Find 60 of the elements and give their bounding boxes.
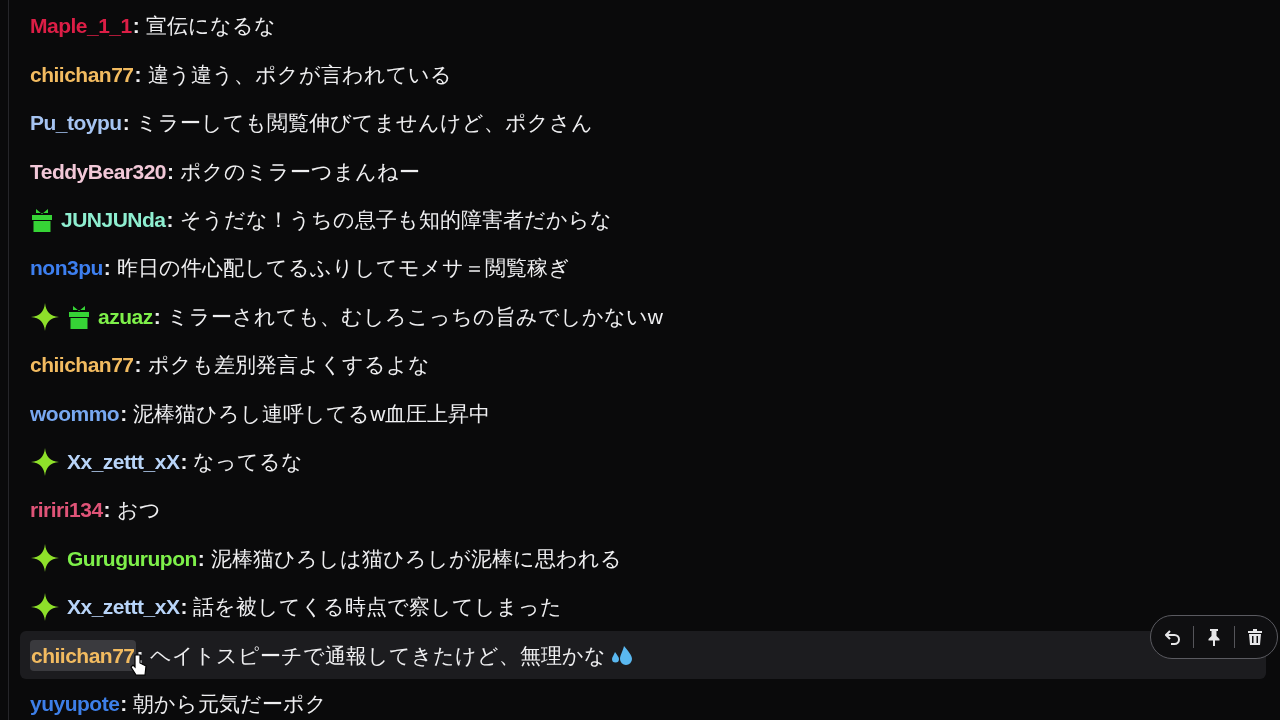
colon: : [153,303,161,330]
username[interactable]: azuaz [98,300,153,333]
message-text: おつ [116,497,161,524]
username[interactable]: TeddyBear320 [30,155,167,188]
chat-message-row[interactable]: Maple_1_1: 宣伝になるな [20,2,1266,51]
username[interactable]: Pu_toypu [30,107,122,139]
message-text: 宣伝になるな [145,13,276,40]
colon: : [167,158,175,185]
chat-message-row[interactable]: chiichan77: 違う違う、ポクが言われている [20,50,1266,99]
colon: : [180,448,188,475]
chat-message-row[interactable]: woommo: 泥棒猫ひろし連呼してるw血圧上昇中 [20,389,1266,438]
chat-message-row[interactable]: Xx_zettt_xX: なってるな [20,437,1266,486]
username[interactable]: yuyupote [30,687,120,720]
username[interactable]: Maple_1_1 [30,10,132,42]
chat-message-row[interactable]: Xx_zettt_xX: 話を被してくる時点で察してしまった [20,582,1266,632]
message-text: 話を被してくる時点で察してしまった [193,594,563,621]
chat-message-row[interactable]: non3pu: 昨日の件心配してるふりしてモメサ＝閲覧稼ぎ [20,243,1266,293]
colon: : [180,594,188,621]
message-text: 朝から元気だーポク [133,690,328,717]
colon: : [197,545,205,572]
colon: : [120,400,128,427]
message-text: ポクも差別発言よくするよな [147,352,430,379]
colon: : [134,61,142,88]
username[interactable]: woommo [30,397,120,430]
chat-message-row[interactable]: ririri134: おつ [20,485,1266,535]
message-text: 違う違う、ポクが言われている [147,61,452,88]
username[interactable]: JUNJUNda [61,204,166,236]
username[interactable]: ririri134 [30,494,103,526]
username[interactable]: Xx_zettt_xX [67,445,180,478]
username[interactable]: chiichan77 [30,349,134,381]
pin-icon [1207,628,1221,647]
message-text: 泥棒猫ひろしは猫ひろしが泥棒に思われる [210,545,622,572]
message-text: なってるな [193,448,304,475]
trash-icon [1248,629,1262,646]
chat-message-row[interactable]: Gurugurupon: 泥棒猫ひろしは猫ひろしが泥棒に思われる [20,534,1266,583]
chat-message-row[interactable]: chiichan77: ポクも差別発言よくするよな [20,340,1266,390]
chat-message-row[interactable]: TeddyBear320: ポクのミラーつまんねー [20,147,1266,196]
username[interactable]: non3pu [30,252,103,284]
reply-icon [1165,629,1181,646]
chat-message-row[interactable]: JUNJUNda: そうだな！うちの息子も知的障害者だからな [20,195,1266,244]
username[interactable]: Gurugurupon [67,542,197,575]
username[interactable]: chiichan77 [30,58,134,91]
chat-message-row[interactable]: Pu_toypu: ミラーしても閲覧伸びてませんけど、ポクさん [20,98,1266,148]
colon: : [132,13,140,40]
message-text: 昨日の件心配してるふりしてモメサ＝閲覧稼ぎ [116,255,570,282]
message-text: ヘイトスピーチで通報してきたけど、無理かな [149,642,606,669]
chat-message-row[interactable]: azuaz: ミラーされても、むしろこっちの旨みでしかないw [20,292,1266,341]
colon: : [134,352,142,379]
colon: : [103,497,111,524]
chat-message-row[interactable]: yuyupote: 朝から元気だーポク [20,679,1266,720]
message-text: ミラーされても、むしろこっちの旨みでしかないw [166,303,663,330]
message-text: ポクのミラーつまんねー [180,158,421,185]
colon: : [166,207,174,233]
message-text: そうだな！うちの息子も知的障害者だからな [179,207,612,233]
colon: : [120,690,128,717]
message-text: ミラーしても閲覧伸びてませんけど、ポクさん [135,110,593,137]
username[interactable]: Xx_zettt_xX [67,591,180,623]
colon: : [103,255,111,282]
colon: : [122,110,130,137]
message-text: 泥棒猫ひろし連呼してるw血圧上昇中 [133,400,491,427]
